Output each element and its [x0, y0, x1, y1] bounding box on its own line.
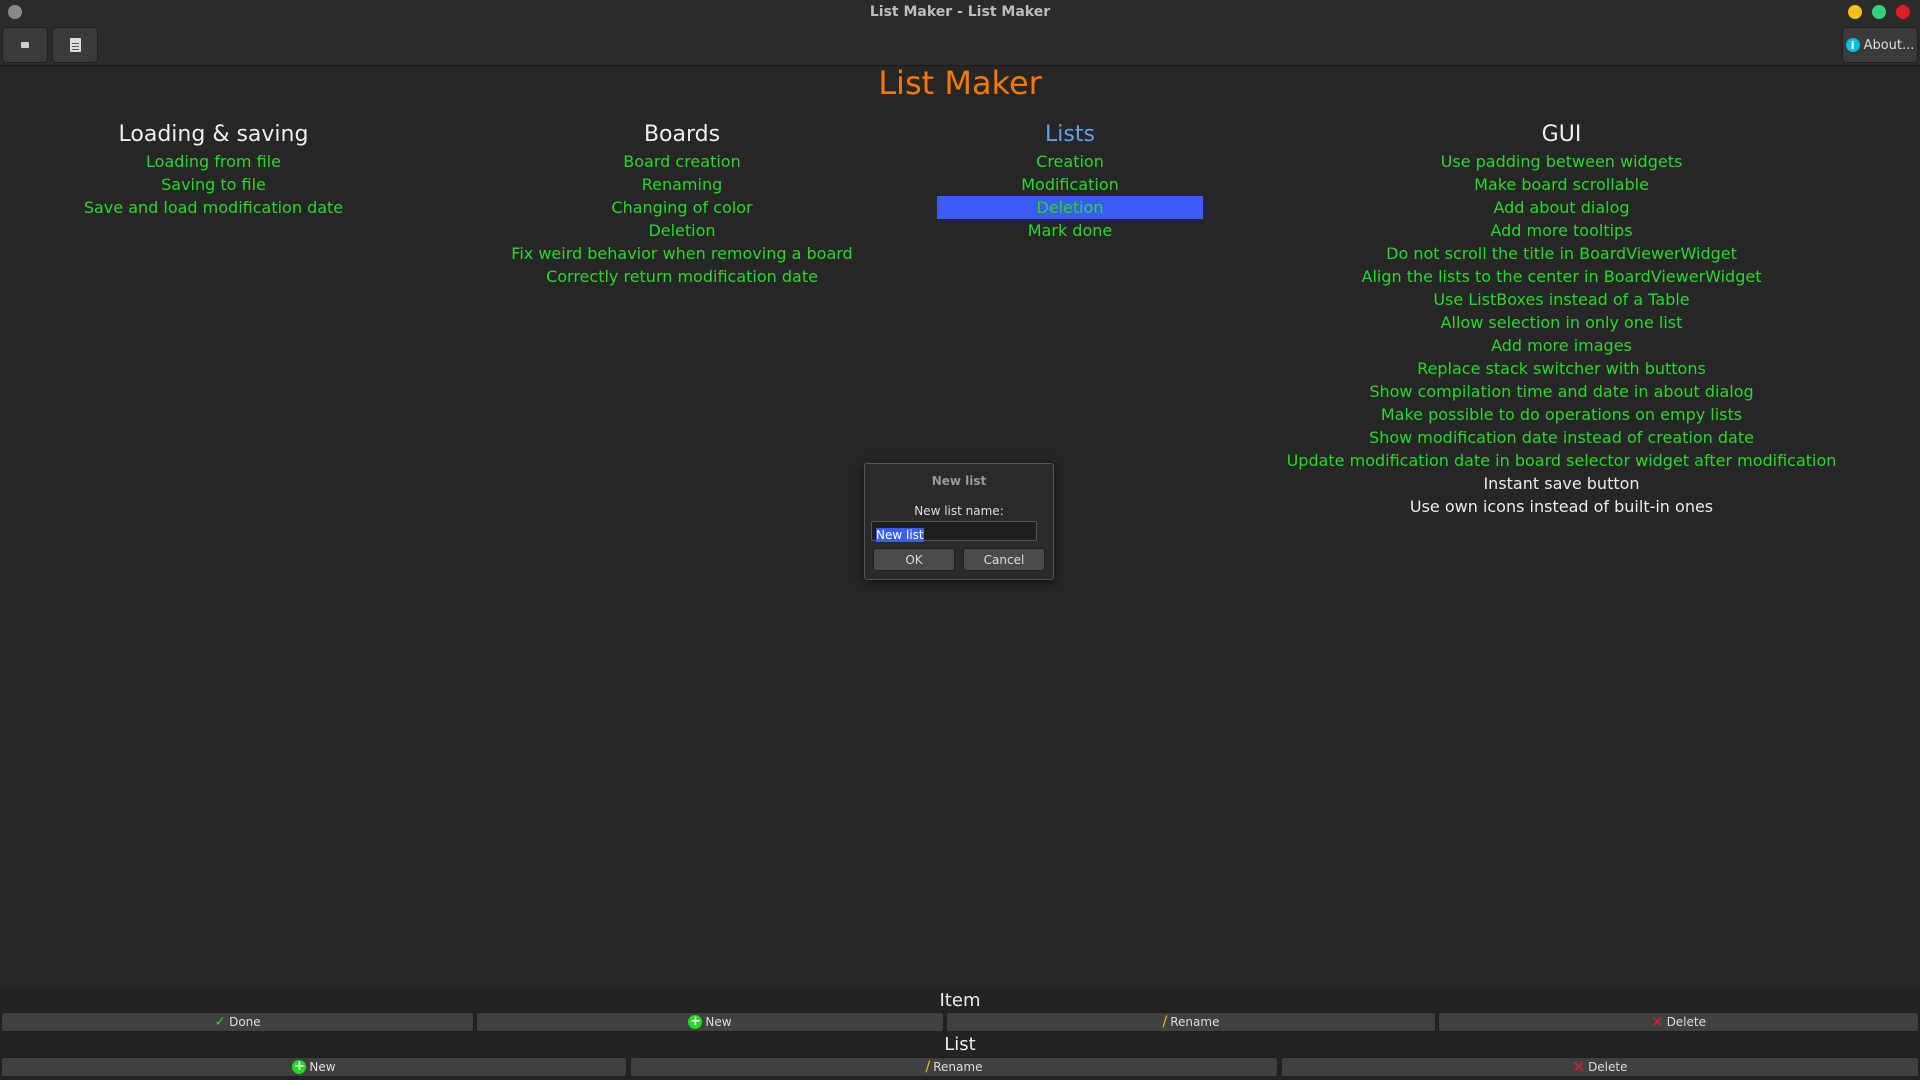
list-rename-button[interactable]: / Rename: [630, 1057, 1278, 1077]
add-icon: +: [292, 1059, 307, 1074]
item-done-label: Done: [229, 1015, 261, 1029]
list-item[interactable]: Update modification date in board select…: [1203, 449, 1920, 472]
about-label: About...: [1863, 37, 1915, 53]
item-delete-label: Delete: [1666, 1015, 1706, 1029]
cancel-button[interactable]: Cancel: [963, 548, 1045, 571]
toolbar: i About...: [0, 24, 1920, 66]
item-new-label: New: [705, 1015, 732, 1029]
list-item[interactable]: Replace stack switcher with buttons: [1203, 357, 1920, 380]
list-item[interactable]: Add about dialog: [1203, 196, 1920, 219]
list-item[interactable]: Changing of color: [427, 196, 937, 219]
list-item[interactable]: Loading from file: [0, 150, 427, 173]
list-column: Loading from file Saving to file Save and …: [0, 150, 427, 219]
list-new-button[interactable]: + New: [1, 1057, 627, 1077]
list-item[interactable]: Correctly return modification date: [427, 265, 937, 288]
list-item[interactable]: Add more images: [1203, 334, 1920, 357]
item-actions-label: Item: [939, 990, 981, 1011]
list-name-input[interactable]: New list: [871, 521, 1037, 542]
list-header: Loading & saving: [118, 122, 309, 147]
item-delete-button[interactable]: ✕ Delete: [1438, 1012, 1919, 1032]
list-item[interactable]: Do not scroll the title in BoardViewerWi…: [1203, 242, 1920, 265]
action-panel: Item ✓ Done + New / Rename ✕ Delete List…: [0, 990, 1920, 1080]
item-rename-button[interactable]: / Rename: [946, 1012, 1436, 1032]
list-column: Board creation Renaming Changing of color D…: [427, 150, 937, 288]
list-rename-label: Rename: [933, 1060, 983, 1074]
list-item[interactable]: Show modification date instead of creati…: [1203, 426, 1920, 449]
board-view-button[interactable]: [52, 27, 98, 63]
list-header: Boards: [643, 122, 721, 147]
list-delete-label: Delete: [1588, 1060, 1628, 1074]
list-item[interactable]: Add more tooltips: [1203, 219, 1920, 242]
list-name-value: New list: [876, 528, 924, 542]
new-list-dialog: New list New list name: New list OK Canc…: [864, 463, 1054, 580]
board-title: List Maker: [878, 64, 1042, 102]
list-actions-label: List: [944, 1034, 976, 1055]
close-button[interactable]: [1896, 5, 1910, 19]
pencil-icon: /: [925, 1059, 931, 1075]
list-item[interactable]: Board creation: [427, 150, 937, 173]
item-done-button[interactable]: ✓ Done: [1, 1012, 474, 1032]
maximize-button[interactable]: [1872, 5, 1886, 19]
list-item[interactable]: Use padding between widgets: [1203, 150, 1920, 173]
about-button[interactable]: i About...: [1842, 27, 1918, 63]
delete-icon: ✕: [1572, 1058, 1586, 1076]
info-icon: i: [1845, 38, 1860, 52]
list-column: Creation Modification Deletion Mark done: [937, 150, 1203, 242]
list-header: GUI: [1541, 122, 1582, 147]
list-item[interactable]: Fix weird behavior when removing a board: [427, 242, 937, 265]
list-new-label: New: [309, 1060, 336, 1074]
item-rename-label: Rename: [1170, 1015, 1220, 1029]
list-delete-button[interactable]: ✕ Delete: [1281, 1057, 1919, 1077]
list-item[interactable]: Creation: [937, 150, 1203, 173]
title-bar: List Maker - List Maker: [0, 0, 1920, 24]
window-title: List Maker - List Maker: [869, 4, 1051, 20]
add-icon: +: [688, 1014, 703, 1029]
list-item[interactable]: Show compilation time and date in about …: [1203, 380, 1920, 403]
list-item[interactable]: Use own icons instead of built-in ones: [1203, 495, 1920, 518]
list-item[interactable]: Make possible to do operations on empy l…: [1203, 403, 1920, 426]
list-header-active: Lists: [1045, 122, 1095, 147]
minimize-button[interactable]: [1848, 5, 1862, 19]
document-icon: [69, 38, 81, 52]
list-item[interactable]: Mark done: [937, 219, 1203, 242]
dialog-title: New list: [931, 474, 987, 488]
list-item[interactable]: Use ListBoxes instead of a Table: [1203, 288, 1920, 311]
list-item[interactable]: Align the lists to the center in BoardVi…: [1203, 265, 1920, 288]
list-item[interactable]: Saving to file: [0, 173, 427, 196]
ok-button[interactable]: OK: [873, 548, 955, 571]
list-item[interactable]: Save and load modification date: [0, 196, 427, 219]
pencil-icon: /: [1162, 1014, 1168, 1030]
list-item[interactable]: Modification: [937, 173, 1203, 196]
boards-button[interactable]: [2, 27, 48, 63]
list-item[interactable]: Renaming: [427, 173, 937, 196]
item-new-button[interactable]: + New: [476, 1012, 944, 1032]
list-item-selected[interactable]: Deletion: [937, 196, 1203, 219]
dialog-label: New list name:: [914, 504, 1004, 518]
list-item[interactable]: Instant save button: [1203, 472, 1920, 495]
board-icon: [21, 42, 29, 48]
list-column: Use padding between widgets Make board sc…: [1203, 150, 1920, 518]
delete-icon: ✕: [1650, 1013, 1664, 1031]
list-item[interactable]: Deletion: [427, 219, 937, 242]
list-item[interactable]: Make board scrollable: [1203, 173, 1920, 196]
list-item[interactable]: Allow selection in only one list: [1203, 311, 1920, 334]
check-icon: ✓: [214, 1014, 227, 1030]
